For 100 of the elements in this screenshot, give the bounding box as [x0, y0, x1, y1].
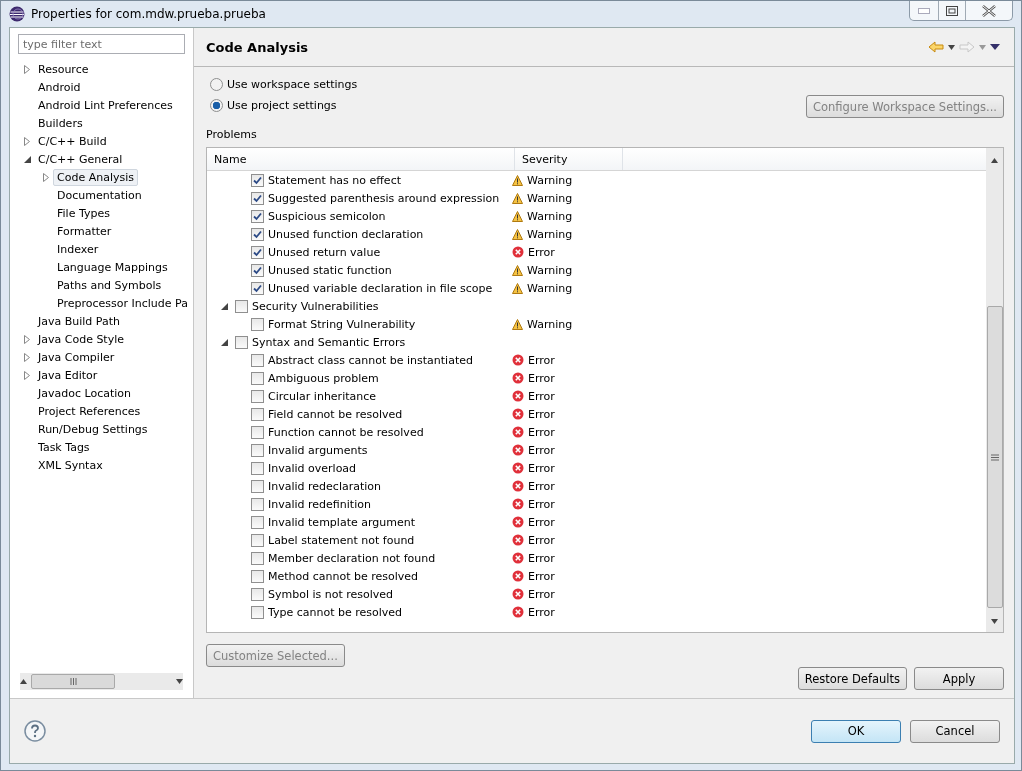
collapse-arrow-icon[interactable] [220, 302, 228, 310]
tree-item[interactable]: Java Code Style [34, 330, 129, 348]
collapse-arrow-icon[interactable] [23, 155, 31, 163]
caret-icon [948, 44, 955, 50]
checkbox[interactable] [251, 371, 264, 385]
expand-arrow-icon[interactable] [43, 172, 49, 182]
severity-label: Error [528, 533, 555, 547]
tree-item[interactable]: Documentation [53, 186, 146, 204]
checkbox[interactable] [251, 245, 264, 259]
tree-item[interactable]: Task Tags [34, 438, 94, 456]
expand-arrow-icon[interactable] [24, 64, 30, 74]
warning-icon [512, 228, 523, 240]
window-title: Properties for com.mdw.prueba.prueba [31, 7, 267, 21]
column-header[interactable]: Severity [515, 148, 623, 170]
expand-arrow-icon[interactable] [24, 136, 30, 146]
caret-icon [979, 44, 986, 50]
problem-name: Abstract class cannot be instantiated [268, 353, 473, 367]
checkbox[interactable] [251, 191, 264, 205]
checkbox[interactable] [251, 263, 264, 277]
severity-label: Error [528, 461, 555, 475]
maximize-icon[interactable] [946, 5, 958, 16]
tree-item[interactable]: Android Lint Preferences [34, 96, 177, 114]
tree-item[interactable]: C/C++ Build [34, 132, 111, 150]
expand-arrow-icon[interactable] [24, 334, 30, 344]
tree-item[interactable]: XML Syntax [34, 456, 107, 474]
checkbox[interactable] [251, 281, 264, 295]
view-menu-icon[interactable] [990, 44, 1000, 50]
checkbox[interactable] [251, 353, 264, 367]
apply-button[interactable]: Apply [914, 667, 1004, 690]
problem-name: Function cannot be resolved [268, 425, 424, 439]
radio-button[interactable] [210, 77, 223, 91]
tree-item[interactable]: Preprocessor Include Pa [53, 294, 192, 312]
checkbox[interactable] [251, 551, 264, 565]
minimize-icon[interactable] [918, 7, 930, 14]
tree-item[interactable]: Javadoc Location [34, 384, 136, 402]
checkbox[interactable] [251, 605, 264, 619]
tree-item[interactable]: Indexer [53, 240, 103, 258]
checkbox[interactable] [235, 335, 248, 349]
checkbox[interactable] [251, 587, 264, 601]
caret-icon [991, 158, 998, 163]
checkbox[interactable] [251, 407, 264, 421]
collapse-arrow-icon[interactable] [220, 338, 228, 346]
tree-item[interactable]: Run/Debug Settings [34, 420, 152, 438]
cancel-button[interactable]: Cancel [910, 719, 1000, 743]
tree-item[interactable]: Project References [34, 402, 145, 420]
tree-item[interactable]: Formatter [53, 222, 116, 240]
tree-item[interactable]: Android [34, 78, 85, 96]
checkbox[interactable] [251, 533, 264, 547]
grip-icon[interactable] [69, 678, 77, 685]
checkbox[interactable] [251, 317, 264, 331]
radio-button[interactable] [210, 98, 223, 112]
tree-item[interactable]: Code Analysis [53, 168, 138, 186]
restore-defaults-button[interactable]: Restore Defaults [797, 667, 907, 690]
tree-item[interactable]: File Types [53, 204, 114, 222]
tree-item[interactable]: Resource [34, 60, 93, 78]
problem-name: Symbol is not resolved [268, 587, 394, 601]
checkbox[interactable] [251, 497, 264, 511]
checkbox[interactable] [251, 173, 264, 187]
severity-label: Error [528, 425, 555, 439]
checkbox[interactable] [251, 389, 264, 403]
tree-item[interactable]: Java Build Path [34, 312, 124, 330]
tree-item[interactable]: Language Mappings [53, 258, 172, 276]
tree-item[interactable]: Paths and Symbols [53, 276, 166, 294]
horizontal-scrollbar[interactable] [20, 673, 183, 690]
grip-icon[interactable] [990, 453, 999, 461]
severity-label: Error [528, 245, 555, 259]
tree-item[interactable]: Java Editor [34, 366, 102, 384]
severity-label: Warning [527, 173, 573, 187]
close-icon[interactable] [982, 4, 996, 17]
checkbox[interactable] [251, 515, 264, 529]
warning-icon [512, 192, 523, 204]
ok-button[interactable]: OK [811, 719, 901, 743]
radio-label[interactable]: Use project settings [227, 98, 337, 112]
checkbox[interactable] [251, 461, 264, 475]
filter-field[interactable]: type filter text [18, 34, 185, 54]
severity-label: Error [528, 551, 555, 565]
back-arrow-icon[interactable] [928, 41, 944, 53]
help-icon[interactable] [24, 720, 46, 742]
problem-name: Invalid template argument [268, 515, 415, 529]
expand-arrow-icon[interactable] [24, 370, 30, 380]
checkbox[interactable] [235, 299, 248, 313]
severity-label: Error [528, 515, 555, 529]
tree-item[interactable]: Java Compiler [34, 348, 119, 366]
problem-name: Format String Vulnerability [268, 317, 416, 331]
checkbox[interactable] [251, 569, 264, 583]
checkbox[interactable] [251, 209, 264, 223]
tree-item[interactable]: C/C++ General [34, 150, 127, 168]
expand-arrow-icon[interactable] [24, 352, 30, 362]
problem-name: Method cannot be resolved [268, 569, 419, 583]
checkbox[interactable] [251, 479, 264, 493]
tree-item[interactable]: Builders [34, 114, 87, 132]
page-title: Code Analysis [206, 39, 309, 55]
column-header[interactable]: Name [207, 148, 515, 170]
error-icon [512, 534, 524, 546]
checkbox[interactable] [251, 227, 264, 241]
checkbox[interactable] [251, 443, 264, 457]
severity-label: Error [528, 371, 555, 385]
radio-label[interactable]: Use workspace settings [227, 77, 358, 91]
vertical-scrollbar[interactable] [986, 148, 1003, 632]
checkbox[interactable] [251, 425, 264, 439]
